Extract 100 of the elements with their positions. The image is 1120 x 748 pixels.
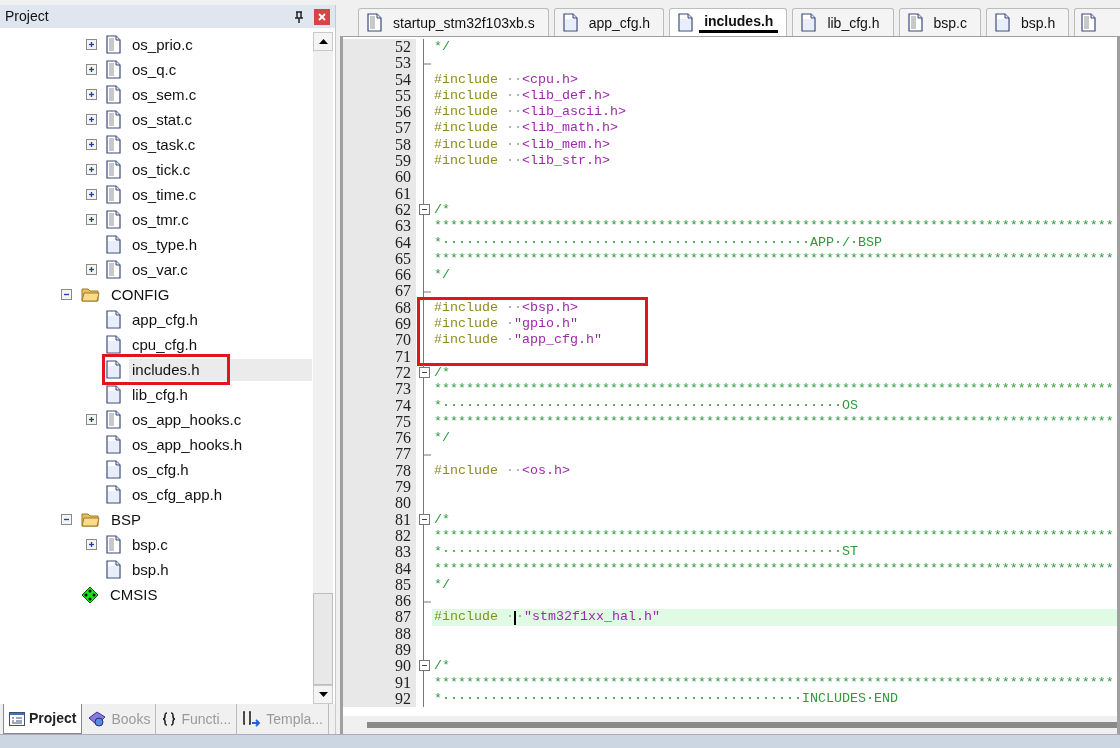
tree-item[interactable]: CMSIS [107,583,161,606]
tree-item[interactable]: app_cfg.h [129,308,201,331]
code-token: */ [434,39,450,56]
file-tab[interactable]: includes.h [669,8,788,36]
code-token: #include [434,87,498,105]
code-token: *··················································OS [434,397,858,414]
tree-item[interactable]: cpu_cfg.h [129,333,201,356]
tree-item[interactable]: os_app_hooks.h [129,433,246,456]
code-token: *··················································ST [434,544,858,561]
line-number: 76 [343,430,416,447]
line-number: 87 [343,609,416,626]
file-tab[interactable]: startup_stm32f103xb.s [358,8,549,36]
line-number: 79 [343,479,416,496]
tree-item[interactable]: os_type.h [129,233,201,256]
code-token: ************************************************************************************* [434,218,1114,235]
line-number: 53 [343,55,416,72]
file-tab[interactable]: lib_cfg.h [792,8,894,36]
line-number: 73 [343,381,416,398]
line-number: 80 [343,495,416,512]
code-token: */ [434,576,450,594]
code-token: ·· [505,104,522,121]
code-token: #include [434,104,498,121]
code-token: ************************************************************************************* [434,381,1114,398]
code-token: <lib_math.h> [522,120,618,137]
code-token: · [505,316,514,333]
tree-item[interactable]: os_task.c [129,133,199,156]
tree-item[interactable]: includes.h [129,358,312,381]
tree-item[interactable]: os_stat.c [129,108,196,131]
line-number: 90 [343,658,416,675]
tree-item[interactable]: os_time.c [129,183,200,206]
line-number: 67 [343,283,416,300]
code-token: ·· [505,153,522,170]
code-token: /* [434,201,450,219]
tree-item[interactable]: os_cfg_app.h [129,483,226,506]
line-number: 63 [343,218,416,235]
file-tab[interactable]: app_cfg.h [553,8,665,36]
line-number: 77 [343,446,416,463]
file-tab[interactable]: bsp.c [898,8,981,36]
line-number: 70 [343,332,416,349]
tree-item[interactable]: CONFIG [108,283,173,306]
code-token: <os.h> [522,462,570,479]
tree-item[interactable]: os_q.c [129,58,180,81]
code-token: ·· [505,71,522,88]
code-token: <lib_def.h> [522,87,610,105]
code-token: ·· [505,299,522,317]
code-token: ·· [505,120,522,137]
code-token: · [516,609,524,626]
code-token: ************************************************************************************* [434,413,1114,431]
line-number: 57 [343,120,416,137]
code-token: ************************************************************************************* [434,560,1114,577]
line-number: 66 [343,267,416,284]
panel-title: Project [5,7,50,26]
code-token: /* [434,364,450,382]
line-number: 52 [343,39,416,56]
line-number: 83 [343,544,416,561]
code-token: #include [434,462,498,479]
tree-item[interactable]: bsp.h [129,558,172,581]
code-token: #include [434,153,498,170]
code-token: <lib_str.h> [522,153,610,170]
line-number: 86 [343,593,416,610]
tree-item[interactable]: os_cfg.h [129,458,192,481]
code-token: ·· [505,136,522,154]
file-tab[interactable]: bsp.h [986,8,1070,36]
code-token: /* [434,511,450,528]
line-number: 69 [343,316,416,333]
code-token: *·············································INCLUDES·END [434,690,898,708]
code-token: #include [434,332,498,349]
tree-item[interactable]: os_var.c [129,258,191,281]
code-token: ·· [505,87,522,105]
tree-item[interactable]: bsp.c [129,533,171,556]
code-token: ·· [505,462,522,479]
code-token: <bsp.h> [522,299,578,317]
code-token: #include [434,609,498,626]
code-token: "gpio.h" [514,316,578,333]
code-token: · [505,332,514,349]
tree-item[interactable]: os_tmr.c [129,208,192,231]
tree-item[interactable]: os_prio.c [129,33,196,56]
line-number: 56 [343,104,416,121]
code-token: */ [434,267,450,284]
tree-item[interactable]: BSP [108,508,144,531]
code-token: ************************************************************************************* [434,674,1114,691]
code-token: ************************************************************************************* [434,250,1114,268]
code-token: #include [434,316,498,333]
code-token: #include [434,136,498,154]
code-token: /* [434,658,450,675]
tree-item[interactable]: os_app_hooks.c [129,408,245,431]
code-token: */ [434,430,450,447]
code-token: #include [434,299,498,317]
code-token: ************************************************************************************* [434,527,1114,545]
code-token: "app_cfg.h" [514,332,602,349]
line-number: 59 [343,153,416,170]
code-token: *··············································APP·/·BSP [434,234,882,251]
tree-item[interactable]: os_sem.c [129,83,200,106]
code-token: #include [434,71,498,88]
code-token: · [505,609,514,626]
code-token: <cpu.h> [522,71,578,88]
panel-tab[interactable]: Project [3,704,83,734]
tree-item[interactable]: os_tick.c [129,158,194,181]
line-number: 60 [343,169,416,186]
tree-item[interactable]: lib_cfg.h [129,383,191,406]
